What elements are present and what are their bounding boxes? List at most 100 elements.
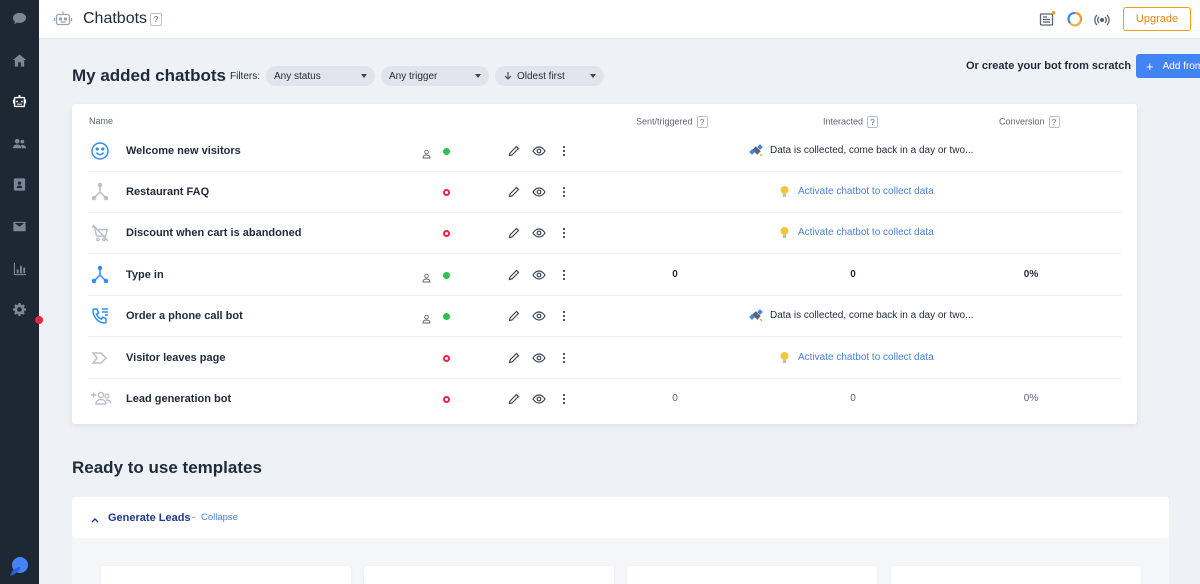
edit-pencil-icon[interactable]: [507, 226, 521, 240]
activate-chatbot-link[interactable]: Activate chatbot to collect data: [798, 227, 934, 238]
preview-eye-icon[interactable]: [532, 226, 546, 240]
table-row[interactable]: Order a phone call bot Data is collected…: [88, 296, 1121, 337]
table-row[interactable]: Restaurant FAQ Activate chatbot to colle…: [88, 172, 1121, 213]
exit-arrow-icon: [90, 348, 110, 368]
address-book-icon[interactable]: [8, 173, 30, 195]
chatbot-name[interactable]: Discount when cart is abandoned: [126, 227, 301, 239]
section-title: My added chatbots: [72, 66, 226, 85]
contacts-icon[interactable]: [8, 132, 30, 154]
help-icon[interactable]: ?: [696, 116, 708, 128]
preview-eye-icon[interactable]: [532, 309, 546, 323]
more-options-icon[interactable]: [557, 226, 571, 240]
status-inactive-indicator[interactable]: [443, 396, 450, 403]
template-group-title[interactable]: Generate Leads: [108, 512, 191, 524]
satellite-icon: [749, 309, 763, 322]
page-title: Chatbots: [83, 10, 148, 27]
chatbot-name[interactable]: Type in: [126, 269, 164, 281]
status-inactive-indicator[interactable]: [443, 355, 450, 362]
analytics-icon[interactable]: [8, 257, 30, 279]
status-inactive-indicator[interactable]: [443, 230, 450, 237]
preview-eye-icon[interactable]: [532, 144, 546, 158]
table-row[interactable]: Lead generation bot 0 0 0%: [88, 379, 1121, 420]
interacted-value: 0: [850, 393, 856, 404]
filters-label: Filters:: [230, 71, 260, 82]
more-options-icon[interactable]: [557, 309, 571, 323]
chevron-down-icon: [361, 74, 367, 78]
status-active-indicator[interactable]: [443, 148, 450, 155]
more-options-icon[interactable]: [557, 351, 571, 365]
chatbots-table: Name Sent/triggered? Interacted? Convers…: [72, 104, 1137, 424]
trigger-filter[interactable]: Any trigger: [381, 66, 489, 86]
notification-dot: [35, 316, 43, 324]
chatbot-name[interactable]: Restaurant FAQ: [126, 186, 209, 198]
edit-pencil-icon[interactable]: [507, 268, 521, 282]
help-icon[interactable]: ?: [150, 13, 162, 26]
news-icon[interactable]: [1038, 10, 1056, 28]
status-inactive-indicator[interactable]: [443, 189, 450, 196]
template-group-header[interactable]: Generate Leads - Collapse: [72, 497, 1169, 538]
add-chatbot-button[interactable]: + Add from: [1136, 54, 1200, 78]
chatbot-name[interactable]: Welcome new visitors: [126, 145, 241, 157]
preview-eye-icon[interactable]: [532, 392, 546, 406]
status-active-indicator[interactable]: [443, 272, 450, 279]
create-from-scratch-label: Or create your bot from scratch: [966, 60, 1132, 72]
table-row[interactable]: Welcome new visitors Data is collected, …: [88, 131, 1121, 172]
status-filter[interactable]: Any status: [266, 66, 375, 86]
template-card[interactable]: [627, 566, 877, 584]
edit-pencil-icon[interactable]: [507, 185, 521, 199]
chevron-down-icon: [475, 74, 481, 78]
conversion-value: 0%: [1023, 393, 1039, 404]
sort-filter-value: Oldest first: [517, 70, 565, 82]
edit-pencil-icon[interactable]: [507, 392, 521, 406]
edit-pencil-icon[interactable]: [507, 309, 521, 323]
preview-eye-icon[interactable]: [532, 185, 546, 199]
add-button-label: Add from: [1162, 60, 1200, 72]
settings-icon[interactable]: [8, 298, 30, 320]
edit-pencil-icon[interactable]: [507, 351, 521, 365]
template-card[interactable]: [891, 566, 1141, 584]
separator: -: [192, 512, 196, 523]
sort-filter[interactable]: Oldest first: [495, 66, 604, 86]
more-options-icon[interactable]: [557, 144, 571, 158]
preview-eye-icon[interactable]: [532, 268, 546, 282]
branch-icon: [90, 265, 110, 285]
collapse-link[interactable]: Collapse: [201, 512, 238, 523]
interacted-value: 0: [850, 269, 856, 280]
preview-eye-icon[interactable]: [532, 351, 546, 365]
status-active-indicator[interactable]: [443, 313, 450, 320]
add-users-icon: [90, 389, 112, 409]
chatbot-name[interactable]: Order a phone call bot: [126, 310, 243, 322]
conversion-value: 0%: [1023, 269, 1039, 280]
table-row[interactable]: Discount when cart is abandoned Activate…: [88, 213, 1121, 254]
table-row[interactable]: Visitor leaves page Activate chatbot to …: [88, 338, 1121, 379]
branch-icon: [90, 182, 110, 202]
chatbot-name[interactable]: Visitor leaves page: [126, 352, 225, 364]
sidebar: [0, 0, 43, 584]
chatbot-name[interactable]: Lead generation bot: [126, 393, 231, 405]
edit-pencil-icon[interactable]: [507, 144, 521, 158]
home-icon[interactable]: [8, 49, 30, 71]
chat-bubble-icon[interactable]: [8, 7, 30, 29]
template-card[interactable]: [364, 566, 614, 584]
more-options-icon[interactable]: [557, 268, 571, 282]
activate-chatbot-link[interactable]: Activate chatbot to collect data: [798, 352, 934, 363]
phone-list-icon: [90, 306, 110, 326]
lightbulb-icon: [780, 227, 789, 238]
arrow-down-icon: [504, 72, 512, 80]
mail-icon[interactable]: [8, 215, 30, 237]
broadcast-icon[interactable]: [1093, 10, 1111, 28]
chatbot-header-icon: [53, 9, 73, 29]
help-icon[interactable]: ?: [1048, 116, 1060, 128]
column-header-name: Name: [89, 116, 114, 126]
onboarding-progress-icon[interactable]: [1066, 10, 1084, 28]
template-card[interactable]: [101, 566, 351, 584]
activate-chatbot-link[interactable]: Activate chatbot to collect data: [798, 186, 934, 197]
lightbulb-icon: [780, 186, 789, 197]
more-options-icon[interactable]: [557, 392, 571, 406]
chevron-up-icon[interactable]: [90, 512, 100, 523]
upgrade-button[interactable]: Upgrade: [1123, 7, 1191, 31]
chatbot-icon[interactable]: [8, 90, 30, 112]
help-icon[interactable]: ?: [867, 116, 879, 128]
more-options-icon[interactable]: [557, 185, 571, 199]
table-row[interactable]: Type in 0 0 0%: [88, 255, 1121, 296]
